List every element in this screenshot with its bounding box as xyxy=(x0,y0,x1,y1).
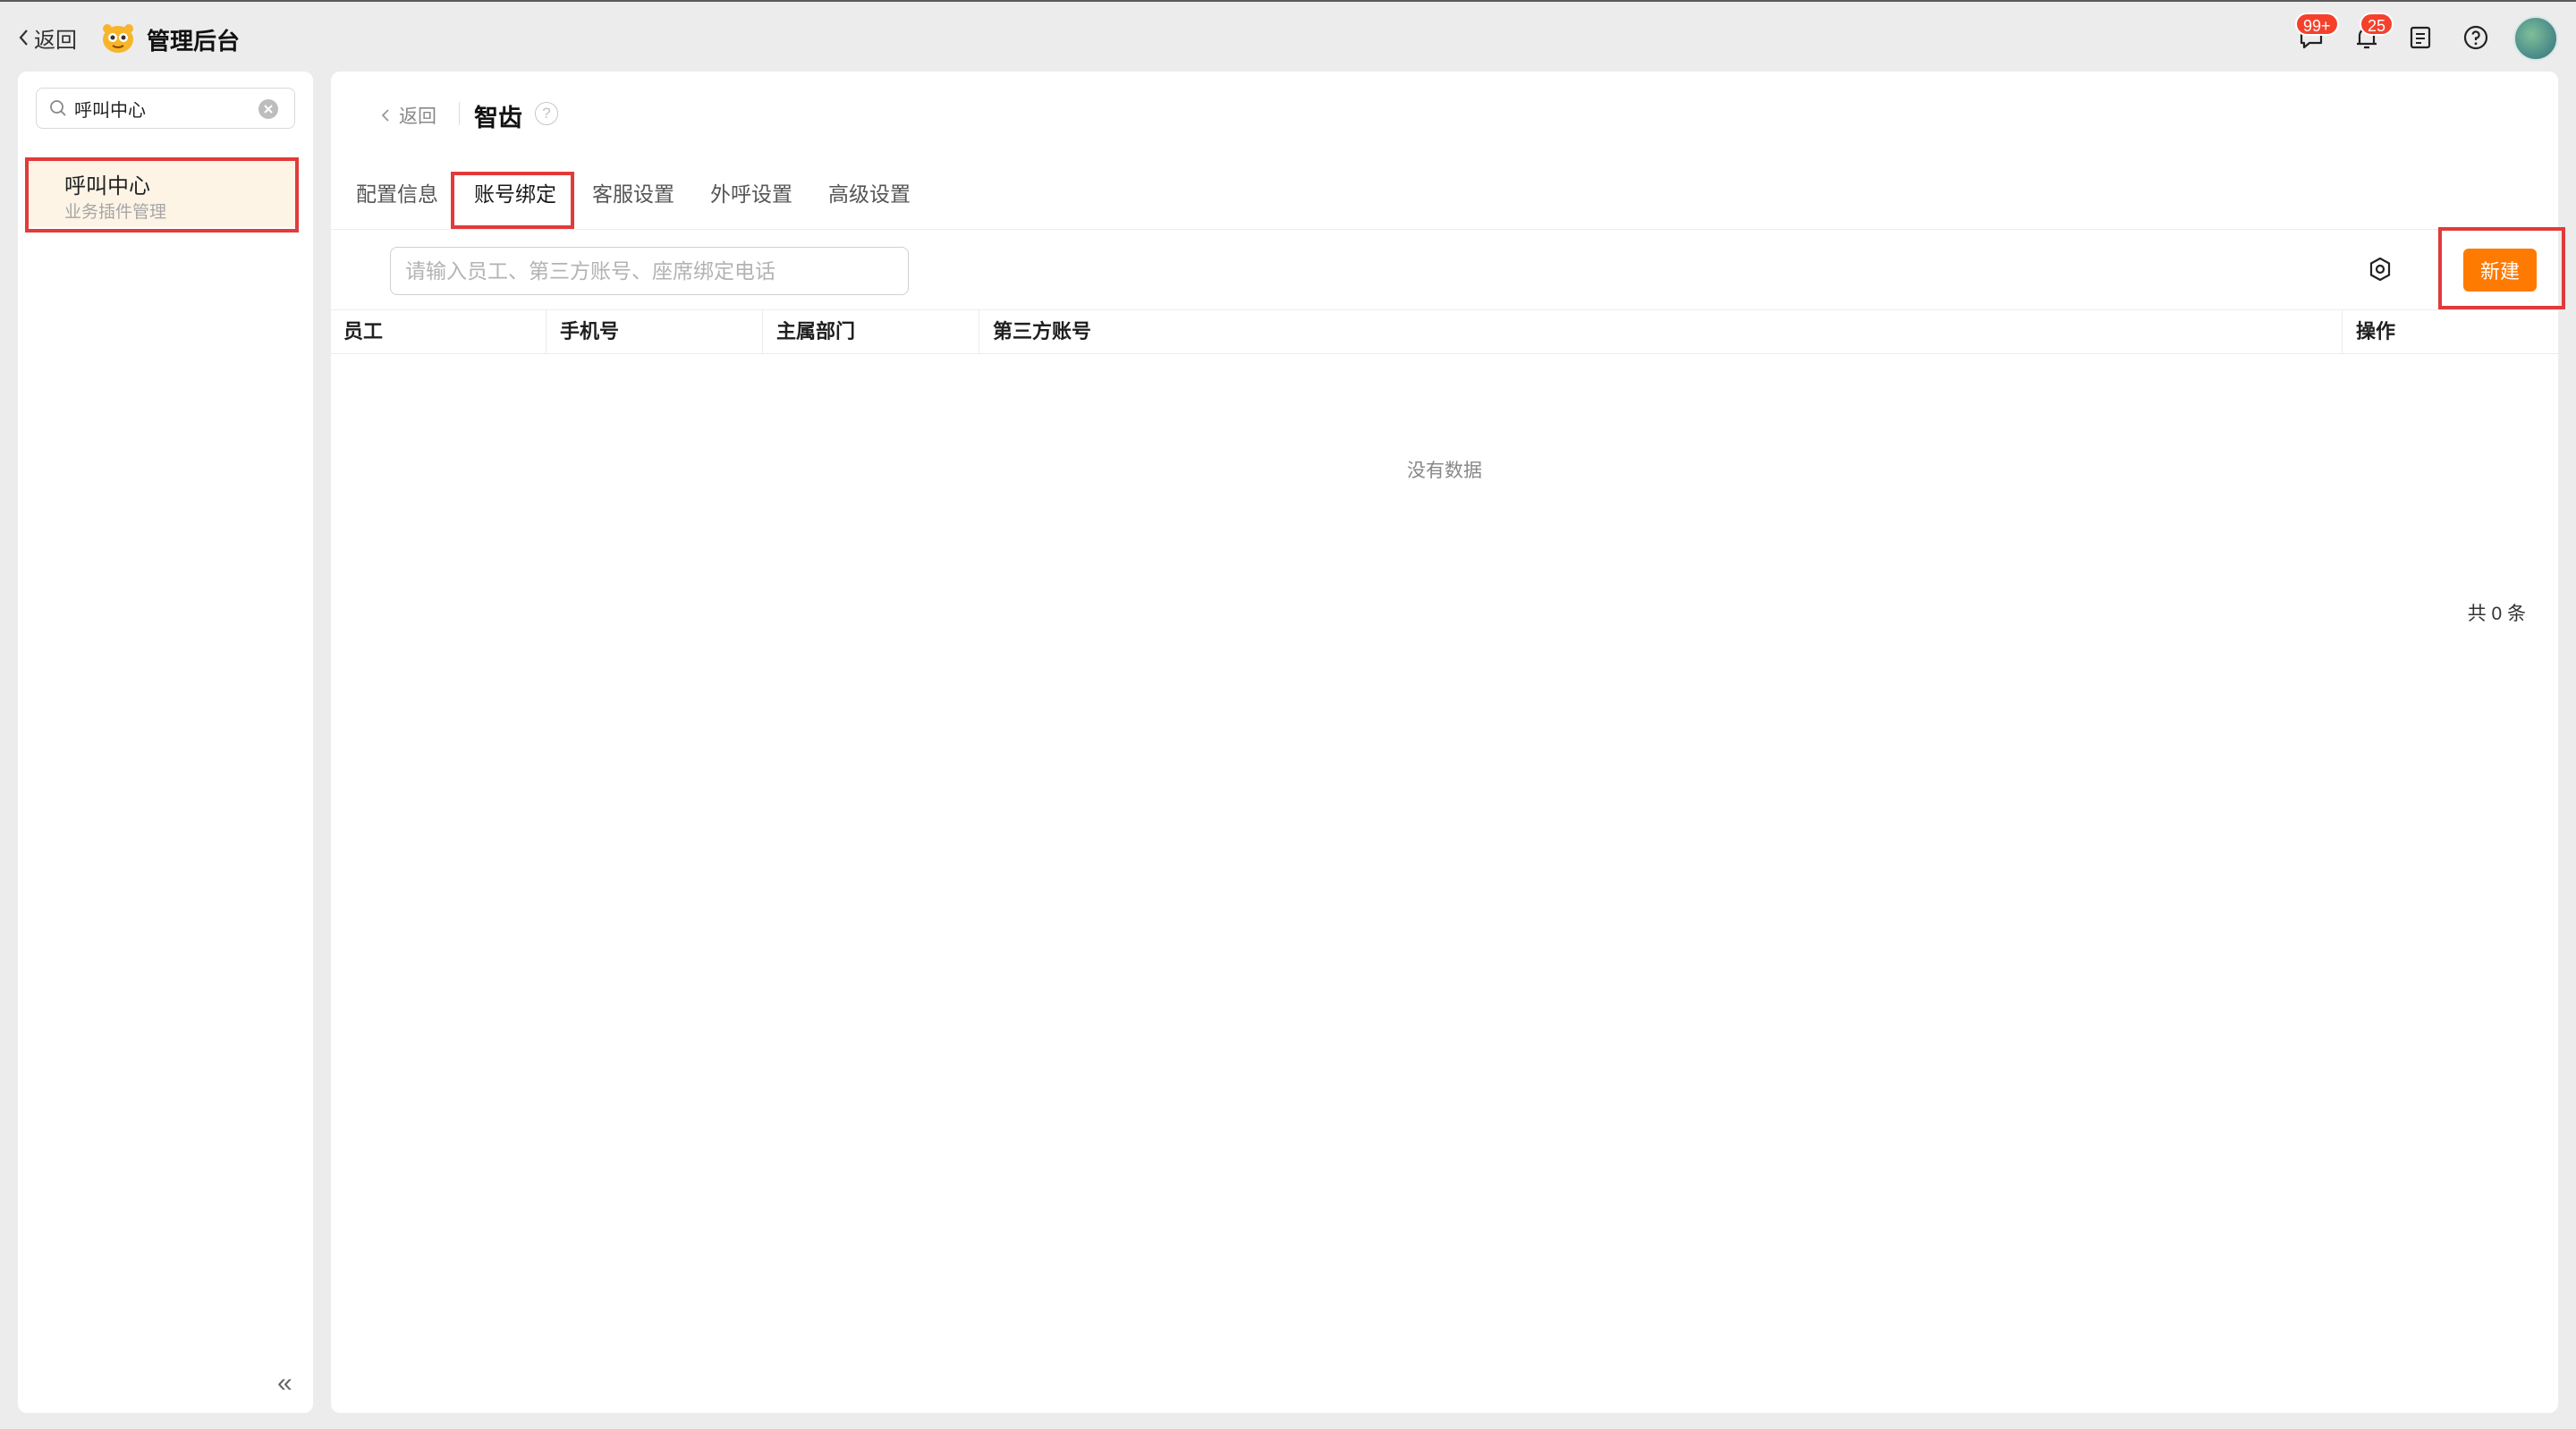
sidebar-item-subtitle: 业务插件管理 xyxy=(64,203,167,222)
chevron-left-icon xyxy=(381,109,389,122)
total-count: 共 0 条 xyxy=(2467,604,2526,624)
chevron-left-icon xyxy=(19,30,28,46)
tab-outbound-call[interactable]: 外呼设置 xyxy=(710,177,792,207)
tab-advanced[interactable]: 高级设置 xyxy=(828,177,911,207)
app-title: 管理后台 xyxy=(147,28,241,55)
avatar[interactable] xyxy=(2513,16,2558,61)
document-icon xyxy=(2410,26,2431,49)
sidebar-search xyxy=(36,88,295,129)
notifications-button[interactable]: 25 xyxy=(2351,13,2394,54)
help-icon xyxy=(2463,25,2488,50)
new-button[interactable]: 新建 xyxy=(2463,249,2537,292)
messages-button[interactable]: 99+ xyxy=(2295,13,2339,54)
clear-icon[interactable] xyxy=(258,99,278,119)
page-back-label: 返回 xyxy=(399,106,436,127)
collapse-icon[interactable]: « xyxy=(277,1368,292,1399)
sidebar-search-input[interactable] xyxy=(74,97,244,119)
notifications-badge: 25 xyxy=(2360,13,2394,36)
tab-account-binding[interactable]: 账号绑定 xyxy=(474,177,556,207)
documents-button[interactable] xyxy=(2404,21,2436,54)
top-back-label: 返回 xyxy=(34,28,77,53)
tab-customer-service[interactable]: 客服设置 xyxy=(592,177,674,207)
top-bar: 返回 管理后台 99+ 25 xyxy=(0,0,2576,72)
column-actions[interactable]: 操作 xyxy=(2343,310,2558,353)
column-third-party-account[interactable]: 第三方账号 xyxy=(980,310,2340,353)
column-department[interactable]: 主属部门 xyxy=(764,310,979,353)
tab-config-info[interactable]: 配置信息 xyxy=(356,177,438,207)
top-back-button[interactable]: 返回 xyxy=(18,23,77,53)
table-header: 员工 手机号 主属部门 第三方账号 操作 xyxy=(331,309,2558,354)
main-panel: 返回 智齿 ? 配置信息 账号绑定 客服设置 外呼设置 高级设置 新建 员工 手… xyxy=(331,72,2565,1413)
column-divider xyxy=(2342,310,2343,353)
search-icon xyxy=(50,100,66,116)
help-button[interactable] xyxy=(2460,21,2492,54)
page-help-icon[interactable]: ? xyxy=(535,102,558,125)
messages-badge: 99+ xyxy=(2295,13,2339,36)
binding-search-input[interactable] xyxy=(390,247,909,295)
breadcrumb-divider xyxy=(459,102,460,125)
column-phone[interactable]: 手机号 xyxy=(547,310,762,353)
settings-icon[interactable] xyxy=(2367,256,2394,283)
tab-divider xyxy=(331,229,2558,230)
app-logo xyxy=(103,24,133,53)
empty-state-text: 没有数据 xyxy=(1407,461,1482,481)
column-divider xyxy=(546,310,547,353)
page-back-button[interactable]: 返回 xyxy=(381,102,436,129)
sidebar-item-title: 呼叫中心 xyxy=(64,174,150,199)
column-employee[interactable]: 员工 xyxy=(331,310,546,353)
sidebar: 呼叫中心 业务插件管理 « xyxy=(18,72,313,1413)
sidebar-item-call-center[interactable]: 呼叫中心 业务插件管理 xyxy=(29,159,297,227)
column-divider xyxy=(762,310,763,353)
page-title: 智齿 xyxy=(474,105,522,131)
